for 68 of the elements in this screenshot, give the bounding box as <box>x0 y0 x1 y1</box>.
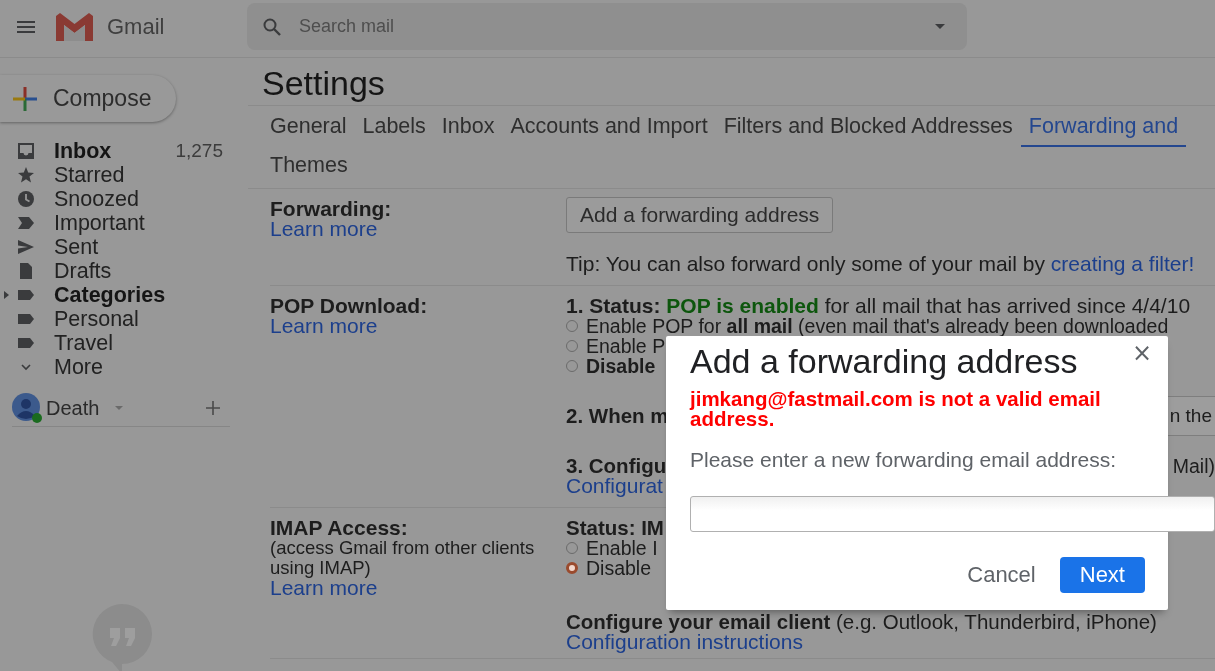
option-text: Mail) <box>1172 456 1215 476</box>
search-icon[interactable] <box>262 16 282 37</box>
next-button[interactable]: Next <box>1059 557 1145 593</box>
tip-text: Tip: You can also forward only some of your mail by creating a filter! <box>566 254 1196 274</box>
nav-item[interactable]: Personal <box>0 307 238 331</box>
clock-icon <box>17 190 35 208</box>
section-title: POP Download: <box>270 296 429 316</box>
learn-more-link[interactable]: Learn more <box>270 219 566 239</box>
settings-tab[interactable]: Filters and Blocked Addresses <box>715 108 1021 147</box>
important-icon <box>17 214 35 232</box>
nav-item[interactable]: Sent <box>0 235 238 259</box>
add-icon[interactable] <box>206 401 220 415</box>
settings-tab[interactable]: General <box>262 108 355 147</box>
compose-button[interactable]: Compose <box>0 75 176 122</box>
settings-tab[interactable]: Inbox <box>433 108 503 147</box>
nav-item[interactable]: Starred <box>0 163 238 187</box>
star-icon <box>17 166 35 184</box>
radio-label: Enable P <box>586 336 666 356</box>
avatar-icon[interactable] <box>12 393 42 423</box>
settings-tab[interactable]: Accounts and Import <box>502 108 716 147</box>
logo-icon[interactable] <box>56 13 93 41</box>
radio-label: Enable POP for all mail (even mail that's already been downloaded <box>586 316 1169 336</box>
nav-item[interactable]: Travel <box>0 331 238 355</box>
expand-icon[interactable] <box>4 290 10 300</box>
nav-item[interactable]: Snoozed <box>0 187 238 211</box>
status-text: 1. Status: POP is enabled for all mail that has arrived since 4/4/10 <box>566 296 1192 316</box>
nav-item[interactable]: More <box>0 355 238 379</box>
section-title: Forwarding: <box>270 199 393 219</box>
radio-label: Enable I <box>586 538 658 558</box>
option-heading: Status: IM <box>566 518 664 538</box>
account-name[interactable]: Death <box>46 396 100 420</box>
send-icon <box>17 238 35 256</box>
search-bar[interactable]: Search mail <box>247 3 967 50</box>
app-name: Gmail <box>107 14 165 40</box>
prompt-text: Please enter a new forwarding email address: <box>690 449 1118 471</box>
nav-item[interactable]: Important <box>0 211 238 235</box>
nav-item[interactable]: Drafts <box>0 259 238 283</box>
nav-item[interactable]: Inbox 1,275 <box>0 139 238 163</box>
option-heading: 3. Configu <box>566 456 667 476</box>
document-icon <box>17 262 35 280</box>
radio-label: Disable <box>586 558 652 578</box>
radio-label: Disable <box>586 356 656 376</box>
filter-link[interactable]: creating a filter! <box>1050 252 1195 275</box>
caret-icon[interactable] <box>115 406 124 410</box>
settings-tab[interactable]: Themes <box>262 147 356 186</box>
unread-count: 1,275 <box>175 140 223 162</box>
email-field[interactable] <box>690 496 1215 532</box>
settings-tab[interactable]: Forwarding and <box>1020 108 1187 147</box>
close-button[interactable]: × <box>1131 343 1152 363</box>
menu-icon[interactable] <box>17 21 35 33</box>
error-message: jimkang@fastmail.com is not a valid email address. <box>690 389 1102 429</box>
section-title: IMAP Access: <box>270 518 409 538</box>
section-note: (access Gmail from other clients using IMAP) <box>270 538 536 578</box>
plus-icon <box>13 86 37 111</box>
nav-item[interactable]: Categories <box>0 283 238 307</box>
option-heading: Configure your email client (e.g. Outlook, Thunderbird, iPhone) <box>566 612 1157 632</box>
inbox-icon <box>17 142 35 160</box>
search-field[interactable]: Search mail <box>299 16 927 37</box>
cancel-button[interactable]: Cancel <box>955 557 1048 593</box>
radio-button[interactable] <box>566 562 578 574</box>
learn-more-link[interactable]: Learn more <box>270 316 566 336</box>
learn-more-link[interactable]: Learn more <box>270 578 566 598</box>
instructions-link[interactable]: Configuration instructions <box>566 632 1215 652</box>
settings-tab[interactable]: Labels <box>354 108 434 147</box>
add-forwarding-button[interactable]: Add a forwarding address <box>566 197 834 233</box>
dialog-title: Add a forwarding address <box>690 341 1079 381</box>
dropdown-icon[interactable] <box>935 24 945 29</box>
page-title: Settings <box>248 58 1215 106</box>
